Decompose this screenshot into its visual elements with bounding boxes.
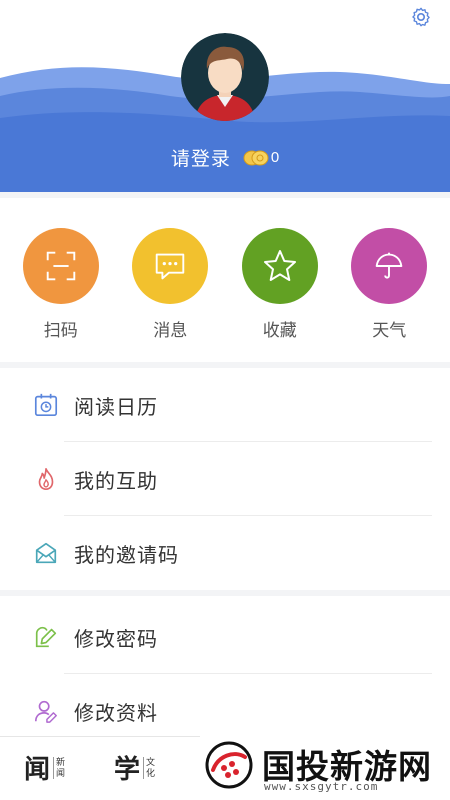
login-row: 请登录 0 (0, 144, 450, 171)
quick-actions: 扫码 消息 收藏 天气 (0, 200, 450, 362)
coin-icon (243, 150, 269, 165)
user-avatar[interactable] (181, 33, 269, 121)
tab-learn[interactable]: 学 文 化 (114, 749, 155, 786)
section-divider (0, 590, 450, 596)
menu-item-label: 我的邀请码 (74, 544, 179, 567)
menu-item-label: 我的互助 (74, 470, 158, 493)
menu-item-change-password[interactable]: 修改密码 (0, 600, 450, 674)
quick-action-label: 扫码 (43, 321, 78, 340)
tab-subtitle: 新 闻 (53, 756, 66, 779)
menu-item-mutual-help[interactable]: 我的互助 (0, 442, 450, 516)
quick-action-message[interactable]: 消息 (125, 200, 215, 362)
tab-glyph: 闻 (24, 755, 51, 785)
quick-action-label: 收藏 (262, 321, 297, 340)
menu-group-1: 阅读日历 我的互助 我的邀请码 (0, 368, 450, 590)
watermark-url: www.sxsgytr.com (264, 780, 379, 793)
quick-action-label: 天气 (372, 321, 407, 340)
coin-balance: 0 (243, 149, 279, 167)
tab-news[interactable]: 闻 新 闻 (24, 749, 65, 786)
scan-icon (22, 228, 99, 304)
message-icon (132, 228, 209, 304)
edit-profile-icon (32, 697, 60, 725)
section-divider (0, 192, 450, 198)
menu-item-label: 修改资料 (74, 702, 158, 725)
tab-subtitle-bottom: 化 (146, 767, 156, 778)
profile-header: 请登录 0 (0, 0, 450, 192)
envelope-icon (32, 539, 60, 567)
menu-item-label: 修改密码 (74, 628, 158, 651)
edit-lock-icon (32, 623, 60, 651)
quick-action-scan[interactable]: 扫码 (16, 200, 106, 362)
tab-subtitle-top: 文 (146, 756, 156, 767)
login-link[interactable]: 请登录 (171, 144, 231, 171)
quick-action-favorites[interactable]: 收藏 (235, 200, 325, 362)
tab-subtitle: 文 化 (143, 756, 156, 779)
umbrella-icon (351, 228, 428, 304)
tab-subtitle-top: 新 (56, 756, 66, 767)
watermark-logo-icon (205, 741, 253, 789)
site-watermark: 国投新游网 www.sxsgytr.com (200, 734, 450, 800)
menu-item-invite-code[interactable]: 我的邀请码 (0, 516, 450, 590)
menu-group-2: 修改密码 修改资料 (0, 600, 450, 748)
calendar-icon (32, 391, 60, 419)
tab-subtitle-bottom: 闻 (56, 767, 66, 778)
tab-glyph: 学 (114, 755, 141, 785)
menu-item-reading-calendar[interactable]: 阅读日历 (0, 368, 450, 442)
quick-action-label: 消息 (153, 321, 188, 340)
quick-action-weather[interactable]: 天气 (344, 200, 434, 362)
menu-item-label: 阅读日历 (74, 396, 158, 419)
flame-icon (32, 465, 60, 493)
coin-count: 0 (270, 149, 280, 166)
star-icon (241, 228, 318, 304)
settings-gear-icon[interactable] (410, 6, 432, 28)
